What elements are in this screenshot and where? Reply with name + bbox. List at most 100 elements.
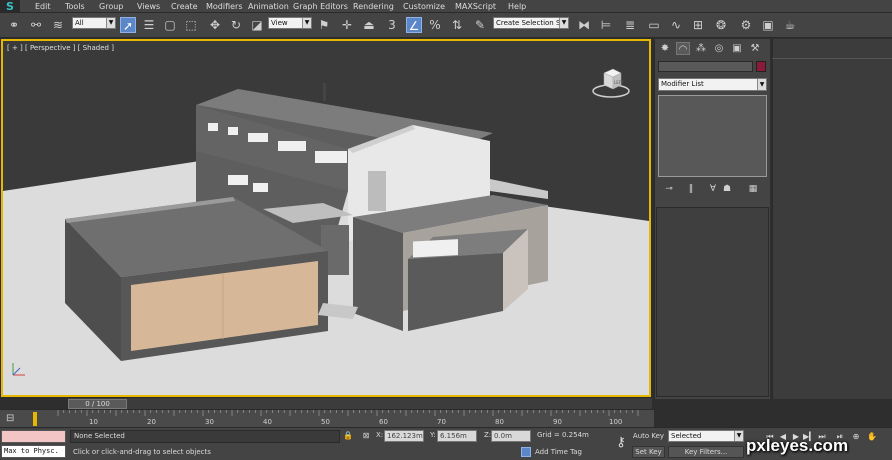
viewport-scene[interactable]: [3, 41, 649, 395]
tick-label: 10: [89, 418, 98, 426]
menu-animation[interactable]: Animation: [248, 1, 289, 12]
viewcube-label: LEFT: [614, 80, 624, 85]
lock-selection-icon[interactable]: 🔒: [343, 431, 353, 441]
create-tab-icon[interactable]: ✸: [658, 42, 672, 55]
absolute-mode-icon[interactable]: ⊠: [361, 431, 371, 441]
tick-label: 70: [437, 418, 446, 426]
app-logo-icon[interactable]: S: [0, 0, 20, 13]
window: [315, 151, 347, 163]
remove-modifier-icon[interactable]: ☗: [721, 183, 733, 195]
scale-icon[interactable]: ◪: [249, 17, 265, 33]
set-keys-icon[interactable]: ⚷: [612, 434, 630, 452]
select-region-icon[interactable]: ▢: [162, 17, 178, 33]
window: [253, 183, 268, 192]
object-name-field[interactable]: [658, 61, 753, 72]
z-coordinate-field[interactable]: 0.0m: [491, 430, 531, 442]
select-object-icon[interactable]: ➚: [120, 17, 136, 33]
perspective-viewport[interactable]: [ + ] [ Perspective ] [ Shaded ] LEFT: [1, 39, 651, 397]
command-panel: ✸ ◠ ⁂ ◎ ▣ ⚒ Modifier List ▼ ⊸ ‖ ∀ ☗ ▦: [654, 39, 770, 399]
menu-customize[interactable]: Customize: [403, 1, 445, 12]
menu-views[interactable]: Views: [137, 1, 160, 12]
axis-tripod-icon: [12, 363, 25, 376]
schematic-view-icon[interactable]: ⊞: [690, 17, 706, 33]
tick-label: 90: [553, 418, 562, 426]
menu-modifiers[interactable]: Modifiers: [206, 1, 243, 12]
time-slider-thumb[interactable]: 0 / 100: [68, 399, 127, 409]
menu-edit[interactable]: Edit: [35, 1, 51, 12]
toggle-ribbon-icon[interactable]: ▭: [646, 17, 662, 33]
key-filters-button[interactable]: Key Filters...: [668, 446, 744, 458]
track-bar[interactable]: ⊟ 10 20 30 40 50 60 70 80 90 100: [0, 409, 654, 427]
mini-curve-editor-icon[interactable]: ⊟: [6, 413, 20, 425]
grid-readout: Grid = 0.254m: [537, 431, 589, 439]
keyboard-shortcut-icon[interactable]: ⏏: [361, 17, 377, 33]
add-time-tag[interactable]: Add Time Tag: [521, 447, 601, 459]
configure-modifier-sets-icon[interactable]: ▦: [747, 183, 759, 195]
tick-label: 60: [379, 418, 388, 426]
unlink-icon[interactable]: ⚯: [28, 17, 44, 33]
menu-tools[interactable]: Tools: [65, 1, 85, 12]
key-mode-dropdown[interactable]: Selected ▼: [668, 430, 744, 442]
render-setup-icon[interactable]: ⚙: [738, 17, 754, 33]
show-end-result-icon[interactable]: ‖: [685, 183, 697, 195]
material-editor-icon[interactable]: ❂: [713, 17, 729, 33]
auto-key-button[interactable]: Auto Key: [632, 431, 665, 442]
maxscript-listener-input[interactable]: Max to Physc.: [1, 445, 66, 458]
set-key-button[interactable]: Set Key: [632, 446, 665, 458]
modifier-stack[interactable]: [658, 95, 767, 177]
pin-stack-icon[interactable]: ⊸: [663, 183, 675, 195]
rendered-frame-icon[interactable]: ▣: [760, 17, 776, 33]
link-icon[interactable]: ⚭: [6, 17, 22, 33]
snap-label: 3: [388, 18, 396, 32]
menu-rendering[interactable]: Rendering: [353, 1, 394, 12]
zoom-extents-icon[interactable]: ⊕: [850, 431, 862, 442]
reference-coord-dropdown[interactable]: View ▼: [268, 17, 312, 29]
named-selection-dropdown[interactable]: Create Selection Se ▼: [493, 17, 569, 29]
modifier-list-dropdown[interactable]: Modifier List ▼: [658, 78, 767, 91]
modify-tab-icon[interactable]: ◠: [676, 42, 690, 55]
menu-graph-editors[interactable]: Graph Editors: [293, 1, 348, 12]
edit-named-selection-icon[interactable]: ✎: [472, 17, 488, 33]
x-label: X:: [376, 431, 384, 439]
hierarchy-tab-icon[interactable]: ⁂: [694, 42, 708, 55]
move-icon[interactable]: ✥: [207, 17, 223, 33]
viewport-label[interactable]: [ + ] [ Perspective ] [ Shaded ]: [7, 44, 114, 52]
select-by-name-icon[interactable]: ☰: [141, 17, 157, 33]
render-icon[interactable]: ☕: [782, 17, 798, 33]
utilities-tab-icon[interactable]: ⚒: [748, 42, 762, 55]
percent-snap-icon[interactable]: %: [427, 17, 443, 33]
pan-view-icon[interactable]: ✋: [866, 431, 878, 442]
angle-snap-icon[interactable]: ∠: [406, 17, 422, 33]
menu-group[interactable]: Group: [99, 1, 123, 12]
window-crossing-icon[interactable]: ⬚: [183, 17, 199, 33]
menu-bar: S Edit Tools Group Views Create Modifier…: [0, 0, 892, 13]
menu-create[interactable]: Create: [171, 1, 198, 12]
snap-toggle-icon[interactable]: 3: [384, 17, 400, 33]
motion-tab-icon[interactable]: ◎: [712, 42, 726, 55]
window: [248, 133, 268, 142]
display-tab-icon[interactable]: ▣: [730, 42, 744, 55]
chevron-down-icon: ▼: [559, 18, 568, 28]
curve-editor-icon[interactable]: ∿: [668, 17, 684, 33]
spinner-snap-icon[interactable]: ⇅: [449, 17, 465, 33]
object-color-swatch[interactable]: [756, 61, 766, 72]
make-unique-icon[interactable]: ∀: [707, 183, 719, 195]
menu-maxscript[interactable]: MAXScript: [455, 1, 496, 12]
layer-explorer-icon[interactable]: ≣: [622, 17, 638, 33]
x-coordinate-field[interactable]: 162.123m: [384, 430, 424, 442]
y-coordinate-field[interactable]: 6.156m: [437, 430, 477, 442]
selection-filter-dropdown[interactable]: All ▼: [72, 17, 116, 29]
mirror-icon[interactable]: ⧓: [576, 17, 592, 33]
manipulate-icon[interactable]: ✛: [339, 17, 355, 33]
align-icon[interactable]: ⊨: [598, 17, 614, 33]
bind-spacewarp-icon[interactable]: ≋: [50, 17, 66, 33]
viewcube-icon[interactable]: LEFT: [591, 65, 631, 101]
maxscript-listener-output[interactable]: [1, 430, 66, 443]
current-frame-marker[interactable]: [33, 412, 37, 426]
menu-help[interactable]: Help: [508, 1, 526, 12]
window: [228, 175, 248, 185]
tick-label: 30: [205, 418, 214, 426]
rotate-icon[interactable]: ↻: [228, 17, 244, 33]
pivot-icon[interactable]: ⚑: [316, 17, 332, 33]
time-slider[interactable]: 0 / 100: [68, 397, 652, 409]
